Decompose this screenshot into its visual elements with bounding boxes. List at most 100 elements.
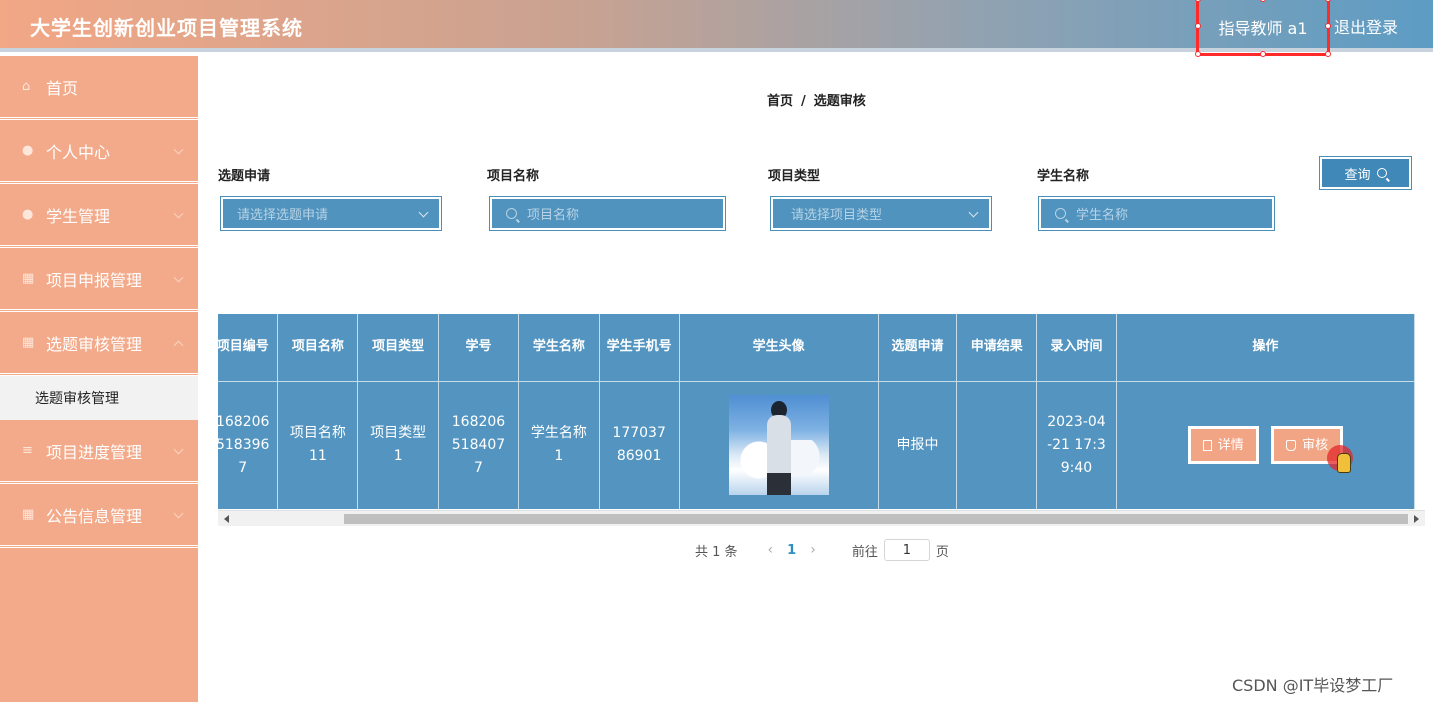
project-type-select[interactable]: 请选择项目类型 [770, 196, 992, 231]
chevron-up-icon [173, 340, 184, 351]
mouse-cursor-icon [1325, 443, 1355, 475]
filter-label-project-name: 项目名称 [487, 169, 540, 184]
horizontal-scrollbar[interactable] [218, 510, 1425, 526]
search-icon [1376, 168, 1387, 178]
chevron-down-icon [173, 208, 184, 219]
sidebar-item-progress[interactable]: ≡ 项目进度管理 [0, 420, 198, 484]
filter-label-apply: 选题申请 [218, 169, 271, 184]
scroll-left-icon[interactable] [224, 515, 229, 523]
sidebar-item-students[interactable]: ● 学生管理 [0, 184, 198, 248]
grid-icon: ▦ [22, 507, 35, 522]
chevron-down-icon [173, 272, 184, 283]
column-header: 学生名称 [518, 314, 600, 382]
selection-handle [1325, 0, 1331, 2]
user-name-highlighted[interactable]: 指导教师 a1 [1195, 0, 1331, 57]
user-icon: ● [22, 143, 34, 158]
sidebar-item-label: 首页 [46, 78, 79, 98]
sidebar: ⌂ 首页 ● 个人中心 ● 学生管理 ▦ 项目申报管理 ▦ 选题审核管理 选题审… [0, 56, 198, 702]
project-type-placeholder: 请选择项目类型 [791, 208, 883, 223]
breadcrumb-separator: / [801, 94, 806, 109]
column-header: 项目名称 [277, 314, 359, 382]
breadcrumb: 首页 / 选题审核 [767, 90, 866, 109]
selection-handle [1195, 23, 1201, 29]
table-header-row: 项目编号 项目名称 项目类型 学号 学生名称 学生手机号 学生头像 选题申请 申… [218, 314, 1416, 382]
sidebar-item-label: 个人中心 [46, 142, 111, 162]
sidebar-subitem-topic-review[interactable]: 选题审核管理 [0, 376, 198, 420]
data-table: 项目编号 项目名称 项目类型 学号 学生名称 学生手机号 学生头像 选题申请 申… [218, 314, 1425, 527]
column-header: 学生手机号 [599, 314, 680, 382]
cell-project-name: 项目名称11 [277, 381, 359, 509]
app-title: 大学生创新创业项目管理系统 [30, 16, 303, 40]
sidebar-item-label: 项目申报管理 [46, 270, 143, 290]
chevron-down-icon [173, 444, 184, 455]
sidebar-item-label: 公告信息管理 [46, 506, 143, 526]
breadcrumb-home[interactable]: 首页 [767, 94, 793, 109]
column-header: 项目类型 [357, 314, 440, 382]
cell-phone: 17703786901 [599, 381, 680, 509]
list-icon: ≡ [22, 443, 33, 458]
grid-icon: ▦ [22, 271, 35, 286]
selection-handle [1325, 51, 1331, 57]
sidebar-item-topic-review[interactable]: ▦ 选题审核管理 [0, 312, 198, 376]
column-header: 项目编号 [218, 314, 279, 382]
detail-button[interactable]: 详情 [1187, 426, 1259, 465]
chevron-down-icon [173, 508, 184, 519]
goto-label: 前往 [851, 544, 878, 560]
cell-student-no: 1682065184077 [438, 381, 519, 509]
cell-project-type: 项目类型1 [357, 381, 440, 509]
goto-page-input[interactable]: 1 [883, 539, 930, 561]
sidebar-item-label: 项目进度管理 [46, 442, 143, 462]
current-page[interactable]: 1 [787, 543, 796, 558]
sidebar-item-project-apply[interactable]: ▦ 项目申报管理 [0, 248, 198, 312]
cell-time: 2023-04-21 17:39:40 [1036, 381, 1117, 509]
column-header: 操作 [1116, 314, 1416, 382]
column-header: 学生头像 [679, 314, 879, 382]
next-page-icon[interactable]: › [810, 542, 816, 558]
sidebar-item-profile[interactable]: ● 个人中心 [0, 120, 198, 184]
cell-avatar [679, 381, 879, 509]
document-icon [1202, 439, 1212, 451]
selection-handle [1260, 0, 1266, 2]
column-header: 录入时间 [1036, 314, 1117, 382]
chevron-down-icon [173, 144, 184, 155]
cell-project-no: 1682065183967 [218, 381, 279, 509]
cell-student-name: 学生名称1 [518, 381, 600, 509]
column-header: 申请结果 [956, 314, 1038, 382]
project-name-input[interactable]: 项目名称 [489, 196, 726, 231]
search-icon [506, 208, 517, 219]
watermark: CSDN @IT毕设梦工厂 [1232, 676, 1394, 695]
prev-page-icon[interactable]: ‹ [768, 542, 774, 558]
table-row: 1682065183967 项目名称11 项目类型1 1682065184077… [218, 381, 1416, 509]
student-name-input[interactable]: 学生名称 [1038, 196, 1275, 231]
sidebar-item-label: 学生管理 [46, 206, 111, 226]
sidebar-item-notice[interactable]: ▦ 公告信息管理 [0, 484, 198, 548]
query-button-label: 查询 [1344, 167, 1371, 183]
student-avatar-image [728, 395, 829, 496]
hand-icon [1286, 439, 1297, 451]
pagination: 共 1 条 ‹ 1 › 前往 1 页 [695, 538, 949, 562]
cell-actions: 详情 审核 [1116, 381, 1416, 509]
query-button[interactable]: 查询 [1319, 156, 1412, 190]
logout-link[interactable]: 退出登录 [1334, 14, 1398, 38]
user-label: 指导教师 a1 [1218, 18, 1308, 38]
filter-label-student-name: 学生名称 [1037, 169, 1090, 184]
apply-select[interactable]: 请选择选题申请 [220, 196, 442, 231]
selection-handle [1325, 23, 1331, 29]
column-header: 学号 [438, 314, 519, 382]
scroll-right-icon[interactable] [1414, 515, 1419, 523]
selection-handle [1260, 51, 1266, 57]
home-icon: ⌂ [22, 79, 31, 94]
user-icon: ● [22, 207, 34, 222]
scrollbar-thumb[interactable] [344, 514, 1408, 524]
total-count: 共 1 条 [695, 544, 738, 560]
sidebar-item-home[interactable]: ⌂ 首页 [0, 56, 198, 120]
chevron-down-icon [968, 207, 979, 218]
apply-select-placeholder: 请选择选题申请 [237, 208, 329, 223]
column-header: 选题申请 [878, 314, 958, 382]
top-header: 大学生创新创业项目管理系统 指导教师 a1 退出登录 [0, 0, 1433, 57]
page-suffix: 页 [935, 544, 949, 560]
breadcrumb-current: 选题审核 [813, 94, 866, 109]
chevron-down-icon [418, 207, 429, 218]
detail-button-label: 详情 [1217, 437, 1244, 453]
sidebar-item-label: 选题审核管理 [46, 334, 143, 354]
